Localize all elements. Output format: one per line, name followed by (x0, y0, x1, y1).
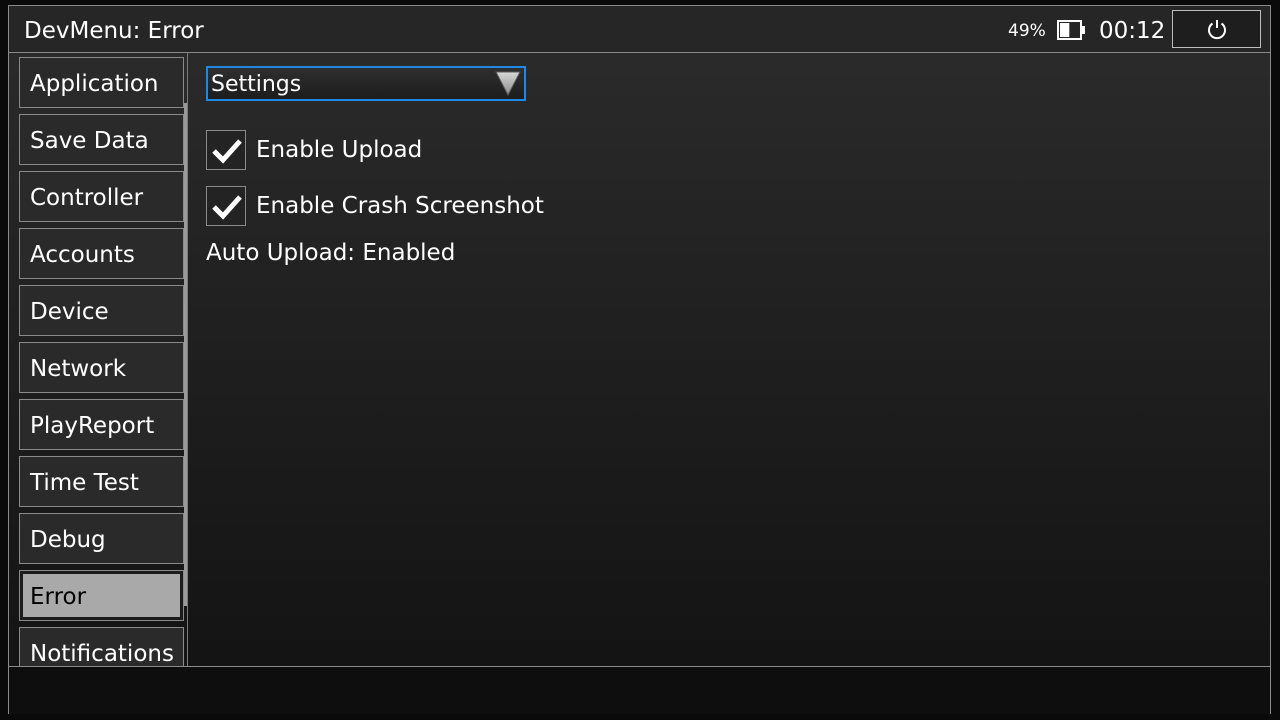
sidebar-item-application[interactable]: Application (19, 57, 184, 108)
option-enable-crash-screenshot: Enable Crash Screenshot (206, 186, 706, 226)
screen: DevMenu: Error 49% 00:12 Application Sav… (0, 0, 1280, 720)
sidebar-item-notifications[interactable]: Notifications (19, 627, 184, 666)
main-content: Settings Enable Upload Enable Crash Scre… (188, 53, 1270, 666)
settings-dropdown[interactable]: Settings (206, 66, 526, 101)
sidebar-item-label: Device (30, 299, 109, 325)
footer-bar (9, 666, 1270, 714)
enable-crash-screenshot-label: Enable Crash Screenshot (256, 193, 544, 219)
chevron-down-icon (495, 71, 521, 97)
sidebar-item-label: Debug (30, 527, 106, 553)
sidebar-item-controller[interactable]: Controller (19, 171, 184, 222)
sidebar-item-device[interactable]: Device (19, 285, 184, 336)
option-enable-upload: Enable Upload (206, 130, 706, 170)
sidebar-item-label: Save Data (30, 128, 149, 154)
enable-upload-label: Enable Upload (256, 137, 423, 163)
sidebar-item-label: PlayReport (30, 413, 155, 439)
sidebar-item-accounts[interactable]: Accounts (19, 228, 184, 279)
sidebar-item-label: Network (30, 356, 127, 382)
sidebar-item-playreport[interactable]: PlayReport (19, 399, 184, 450)
sidebar: Application Save Data Controller Account… (10, 53, 188, 666)
sidebar-item-label: Accounts (30, 242, 135, 268)
sidebar-item-label: Time Test (30, 470, 139, 496)
power-button[interactable] (1172, 10, 1261, 48)
sidebar-item-label: Error (30, 584, 87, 610)
sidebar-item-label: Notifications (30, 641, 174, 666)
sidebar-item-time-test[interactable]: Time Test (19, 456, 184, 507)
page-title: DevMenu: Error (24, 18, 204, 44)
battery-percent: 49% (1008, 21, 1046, 41)
title-bar: DevMenu: Error 49% 00:12 (9, 6, 1270, 53)
enable-crash-screenshot-checkbox[interactable] (206, 186, 246, 226)
auto-upload-status: Auto Upload: Enabled (206, 240, 456, 266)
sidebar-item-label: Controller (30, 185, 144, 211)
dropdown-value: Settings (211, 72, 302, 97)
sidebar-item-label: Application (30, 71, 159, 97)
sidebar-item-network[interactable]: Network (19, 342, 184, 393)
sidebar-item-save-data[interactable]: Save Data (19, 114, 184, 165)
enable-upload-checkbox[interactable] (206, 130, 246, 170)
clock: 00:12 (1099, 18, 1166, 44)
sidebar-item-debug[interactable]: Debug (19, 513, 184, 564)
devmenu-window: DevMenu: Error 49% 00:12 Application Sav… (8, 5, 1271, 714)
battery-icon (1057, 20, 1085, 40)
sidebar-item-error[interactable]: Error (19, 570, 184, 621)
